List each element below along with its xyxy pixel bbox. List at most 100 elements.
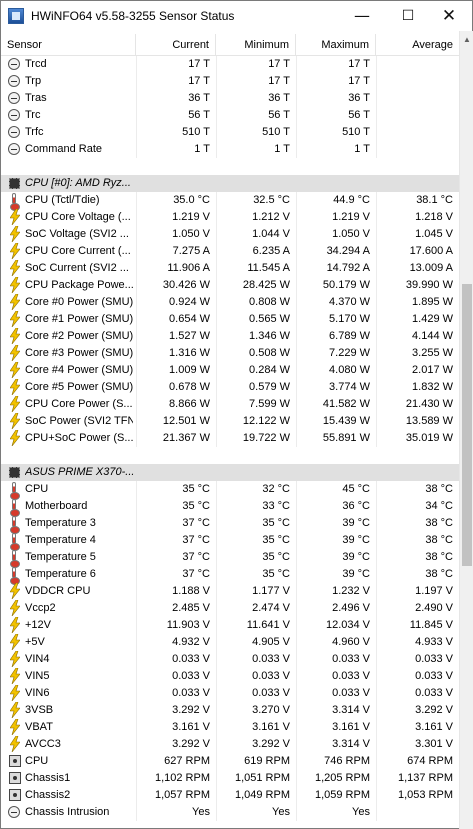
minimize-button[interactable]: — bbox=[339, 1, 385, 31]
column-gridline bbox=[376, 600, 377, 617]
average-value: 38 °C bbox=[425, 568, 453, 580]
current-value: 1.009 W bbox=[169, 364, 210, 376]
sensor-name: Chassis1 bbox=[25, 772, 71, 784]
sensor-name: CPU Core Current (... bbox=[25, 245, 131, 257]
sensor-row[interactable]: CPU 35 °C 32 °C 45 °C 38 °C bbox=[1, 481, 459, 500]
column-gridline bbox=[376, 90, 377, 107]
sensor-row[interactable]: VIN6 0.033 V 0.033 V 0.033 V 0.033 V bbox=[1, 684, 459, 702]
minimum-value: 0.565 W bbox=[249, 313, 290, 325]
sensor-row[interactable]: 3VSB 3.292 V 3.270 V 3.314 V 3.292 V bbox=[1, 701, 459, 719]
average-value: 13.009 A bbox=[409, 262, 453, 274]
column-header-average[interactable]: Average bbox=[376, 34, 459, 56]
sensor-row[interactable]: SoC Current (SVI2 ... 11.906 A 11.545 A 14.… bbox=[1, 259, 459, 277]
sensor-row[interactable]: VDDCR CPU 1.188 V 1.177 V 1.232 V 1.197 V bbox=[1, 582, 459, 600]
sensor-row[interactable]: CPU 627 RPM 619 RPM 746 RPM 674 RPM bbox=[1, 753, 459, 770]
sensor-row[interactable]: Trp 17 T 17 T 17 T bbox=[1, 73, 459, 90]
thermometer-icon bbox=[10, 533, 20, 551]
column-header-current[interactable]: Current bbox=[136, 34, 216, 56]
sensor-row[interactable]: Trfc 510 T 510 T 510 T bbox=[1, 124, 459, 141]
column-gridline bbox=[136, 770, 137, 787]
sensor-row[interactable]: CPU+SoC Power (S... 21.367 W 19.722 W 55.89… bbox=[1, 429, 459, 447]
sensor-row[interactable]: Core #4 Power (SMU) 1.009 W 0.284 W 4.080 W… bbox=[1, 361, 459, 379]
maximum-value: 0.033 V bbox=[332, 687, 370, 699]
sensor-row[interactable]: Command Rate 1 T 1 T 1 T bbox=[1, 141, 459, 158]
sensor-row[interactable]: AVCC3 3.292 V 3.292 V 3.314 V 3.301 V bbox=[1, 735, 459, 753]
column-gridline bbox=[216, 498, 217, 515]
minimum-value: 32.5 °C bbox=[253, 194, 290, 206]
current-value: 3.161 V bbox=[172, 721, 210, 733]
average-value: 39.990 W bbox=[405, 279, 453, 291]
maximum-value: 36 T bbox=[348, 92, 370, 104]
column-gridline bbox=[136, 787, 137, 804]
sensor-row[interactable]: Motherboard 35 °C 33 °C 36 °C 34 °C bbox=[1, 498, 459, 517]
vertical-scrollbar[interactable]: ▲ bbox=[459, 31, 473, 829]
sensor-row[interactable]: Temperature 6 37 °C 35 °C 39 °C 38 °C bbox=[1, 566, 459, 585]
maximum-value: Yes bbox=[352, 806, 370, 818]
sensor-group-row[interactable]: ASUS PRIME X370-... bbox=[1, 464, 459, 481]
column-gridline bbox=[296, 362, 297, 379]
column-gridline bbox=[136, 328, 137, 345]
sensor-row[interactable]: Temperature 3 37 °C 35 °C 39 °C 38 °C bbox=[1, 515, 459, 534]
title-bar[interactable]: HWiNFO64 v5.58-3255 Sensor Status — ☐ ✕ bbox=[1, 1, 472, 31]
sensor-group-row[interactable]: CPU [#0]: AMD Ryz... bbox=[1, 175, 459, 192]
current-value: 0.678 W bbox=[169, 381, 210, 393]
lightning-icon bbox=[9, 684, 21, 702]
sensor-row[interactable]: Core #2 Power (SMU) 1.527 W 1.346 W 6.789 W… bbox=[1, 327, 459, 345]
column-gridline bbox=[136, 651, 137, 668]
sensor-row[interactable]: Core #1 Power (SMU) 0.654 W 0.565 W 5.170 W… bbox=[1, 310, 459, 328]
column-header-minimum[interactable]: Minimum bbox=[216, 34, 296, 56]
minimum-value: 17 T bbox=[268, 58, 290, 70]
column-gridline bbox=[296, 56, 297, 73]
sensor-row[interactable]: Temperature 5 37 °C 35 °C 39 °C 38 °C bbox=[1, 549, 459, 568]
column-gridline bbox=[136, 413, 137, 430]
lightning-icon bbox=[9, 327, 21, 345]
sensor-row[interactable]: CPU (Tctl/Tdie) 35.0 °C 32.5 °C 44.9 °C 38.1… bbox=[1, 192, 459, 211]
average-value bbox=[376, 107, 453, 124]
thermometer-icon bbox=[10, 550, 20, 568]
sensor-row[interactable]: Core #0 Power (SMU) 0.924 W 0.808 W 4.370 W… bbox=[1, 293, 459, 311]
sensor-row[interactable]: Core #5 Power (SMU) 0.678 W 0.579 W 3.774 W… bbox=[1, 378, 459, 396]
column-gridline bbox=[296, 770, 297, 787]
sensor-name: Trc bbox=[25, 109, 41, 121]
sensor-row[interactable]: CPU Package Powe... 30.426 W 28.425 W 50.17… bbox=[1, 276, 459, 294]
column-gridline bbox=[136, 73, 137, 90]
column-header-maximum[interactable]: Maximum bbox=[296, 34, 376, 56]
column-gridline bbox=[376, 498, 377, 515]
sensor-row[interactable]: Trcd 17 T 17 T 17 T bbox=[1, 56, 459, 73]
sensor-row[interactable]: VBAT 3.161 V 3.161 V 3.161 V 3.161 V bbox=[1, 718, 459, 736]
current-value: 35 °C bbox=[182, 500, 210, 512]
close-button[interactable]: ✕ bbox=[426, 1, 472, 31]
current-value: 1 T bbox=[194, 143, 210, 155]
column-gridline bbox=[376, 413, 377, 430]
sensor-row[interactable]: Chassis1 1,102 RPM 1,051 RPM 1,205 RPM 1,137… bbox=[1, 770, 459, 787]
sensor-row[interactable]: Chassis2 1,057 RPM 1,049 RPM 1,059 RPM 1,053… bbox=[1, 787, 459, 804]
sensor-row[interactable]: Vccp2 2.485 V 2.474 V 2.496 V 2.490 V bbox=[1, 599, 459, 617]
sensor-row[interactable]: SoC Voltage (SVI2 ... 1.050 V 1.044 V 1.050… bbox=[1, 225, 459, 243]
sensor-row[interactable]: CPU Core Power (S... 8.866 W 7.599 W 41.582… bbox=[1, 395, 459, 413]
scroll-up-arrow-icon[interactable]: ▲ bbox=[460, 33, 473, 47]
column-gridline bbox=[216, 549, 217, 566]
sensor-row[interactable]: CPU Core Voltage (... 1.219 V 1.212 V 1.219… bbox=[1, 208, 459, 226]
sensor-name: CPU bbox=[25, 755, 49, 767]
sensor-row[interactable]: Temperature 4 37 °C 35 °C 39 °C 38 °C bbox=[1, 532, 459, 551]
average-value bbox=[376, 804, 453, 821]
sensor-row[interactable]: Trc 56 T 56 T 56 T bbox=[1, 107, 459, 124]
sensor-row[interactable]: Core #3 Power (SMU) 1.316 W 0.508 W 7.229 W… bbox=[1, 344, 459, 362]
column-gridline bbox=[296, 107, 297, 124]
sensor-row[interactable]: +5V 4.932 V 4.905 V 4.960 V 4.933 V bbox=[1, 633, 459, 651]
minimum-value: 619 RPM bbox=[244, 755, 290, 767]
sensor-row[interactable]: Chassis Intrusion Yes Yes Yes bbox=[1, 804, 459, 821]
sensor-row[interactable]: VIN4 0.033 V 0.033 V 0.033 V 0.033 V bbox=[1, 650, 459, 668]
sensor-row[interactable]: +12V 11.903 V 11.641 V 12.034 V 11.845 V bbox=[1, 616, 459, 634]
lightning-icon bbox=[9, 242, 21, 260]
column-gridline bbox=[376, 719, 377, 736]
column-header-sensor[interactable]: Sensor bbox=[1, 34, 136, 56]
sensor-row[interactable]: CPU Core Current (... 7.275 A 6.235 A 34.29… bbox=[1, 242, 459, 260]
sensor-row[interactable]: VIN5 0.033 V 0.033 V 0.033 V 0.033 V bbox=[1, 667, 459, 685]
sensor-name: +5V bbox=[25, 636, 45, 648]
maximize-button[interactable]: ☐ bbox=[385, 1, 431, 31]
sensor-row[interactable]: SoC Power (SVI2 TFN) 12.501 W 12.122 W 15.4… bbox=[1, 412, 459, 430]
column-gridline bbox=[136, 617, 137, 634]
sensor-row[interactable]: Tras 36 T 36 T 36 T bbox=[1, 90, 459, 107]
scrollbar-thumb[interactable] bbox=[462, 284, 472, 566]
